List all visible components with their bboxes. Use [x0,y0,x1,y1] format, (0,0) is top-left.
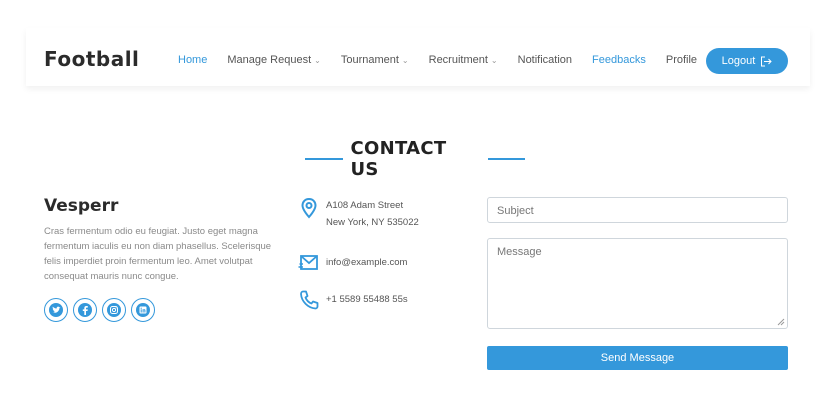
page-title: CONTACT US [350,138,447,180]
linkedin-link[interactable] [131,298,155,322]
subject-placeholder: Subject [497,205,534,217]
email-info: info@example.com [298,252,407,274]
subject-input[interactable]: Subject [487,197,788,223]
brand-description: Cras fermentum odio eu feugiat. Justo eg… [44,226,272,282]
social-links [44,298,160,322]
twitter-icon [49,303,63,317]
resize-grip-icon[interactable] [777,318,785,326]
facebook-link[interactable] [73,298,97,322]
brand-name: Vesperr [44,196,119,216]
instagram-icon [107,303,121,317]
title-divider-right [487,158,525,160]
main-nav: Home Manage Request ⌄ Tournament ⌄ Recruit… [178,54,717,66]
contact-section-title: CONTACT US [305,138,525,180]
address-line-2: New York, NY 535022 [326,217,419,228]
nav-home[interactable]: Home [178,54,207,66]
twitter-link[interactable] [44,298,68,322]
message-placeholder: Message [497,246,542,258]
instagram-link[interactable] [102,298,126,322]
facebook-icon [78,303,92,317]
logout-button[interactable]: Logout [706,48,788,74]
logout-icon [761,56,773,66]
message-textarea[interactable]: Message [487,238,788,329]
chevron-down-icon: ⌄ [401,55,409,65]
nav-notification-label: Notification [517,54,573,66]
nav-home-label: Home [178,54,208,66]
nav-tournament-label: Tournament [340,54,399,66]
address-info: A108 Adam Street New York, NY 535022 [298,197,419,231]
location-pin-icon [301,197,317,219]
nav-profile[interactable]: Profile [666,54,697,66]
nav-manage-request-label: Manage Request [227,54,312,66]
chevron-down-icon: ⌄ [314,55,321,65]
address-line-1: A108 Adam Street [326,200,404,211]
nav-recruitment[interactable]: Recruitment ⌄ [429,54,498,66]
email-text[interactable]: info@example.com [326,252,407,274]
linkedin-icon [136,303,150,317]
phone-icon [300,290,319,310]
nav-notification[interactable]: Notification [518,54,572,66]
nav-tournament[interactable]: Tournament ⌄ [341,54,409,66]
envelope-icon [298,255,318,270]
phone-text[interactable]: +1 5589 55488 55s [326,289,408,311]
address-text: A108 Adam Street New York, NY 535022 [326,197,419,231]
top-navbar: Football Home Manage Request ⌄ Tournament… [26,28,810,86]
send-message-button[interactable]: Send Message [487,346,788,370]
site-logo[interactable]: Football [44,47,139,71]
chevron-down-icon: ⌄ [490,55,498,65]
nav-manage-request[interactable]: Manage Request ⌄ [227,54,320,66]
logout-label: Logout [721,55,756,67]
nav-recruitment-label: Recruitment [428,54,488,66]
nav-feedbacks[interactable]: Feedbacks [592,54,646,66]
title-divider-left [305,158,343,160]
nav-feedbacks-label: Feedbacks [592,54,646,66]
phone-info: +1 5589 55488 55s [298,289,408,311]
nav-profile-label: Profile [665,54,698,66]
